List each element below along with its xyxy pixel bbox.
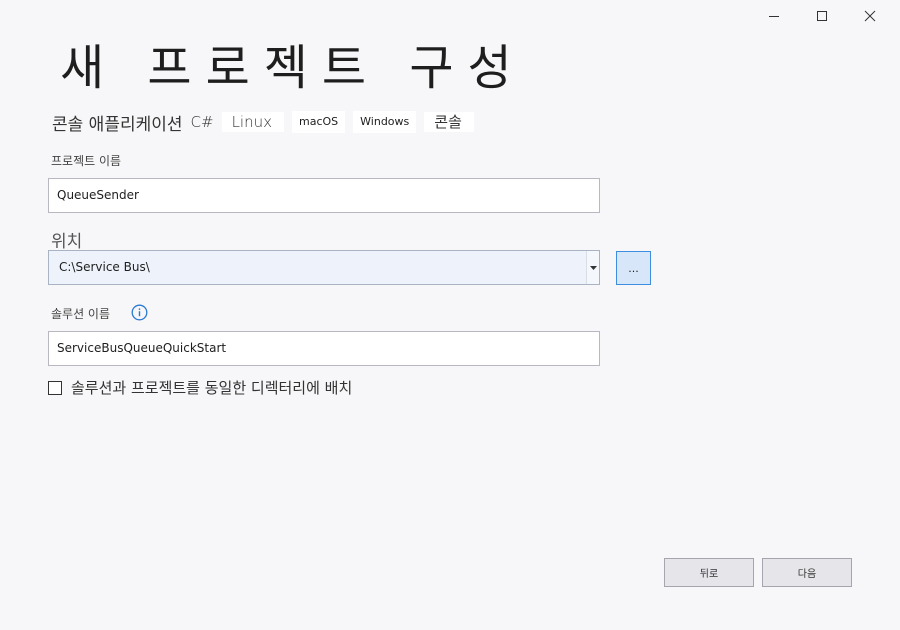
same-directory-checkbox[interactable] <box>48 380 62 395</box>
project-name-label: 프로젝트 이름 <box>51 154 122 168</box>
template-tag-windows: Windows <box>353 111 417 133</box>
maximize-icon <box>817 11 827 21</box>
template-tag-console: 콘솔 <box>424 112 474 132</box>
template-name: 콘솔 애플리케이션 <box>52 114 183 135</box>
next-button[interactable]: 다음 <box>762 558 852 587</box>
solution-name-label: 솔루션 이름 <box>51 307 111 321</box>
maximize-button[interactable] <box>798 4 846 28</box>
same-directory-option[interactable]: 솔루션과 프로젝트를 동일한 디렉터리에 배치 <box>48 377 352 398</box>
browse-button[interactable]: ... <box>616 251 651 285</box>
window-controls <box>750 4 894 28</box>
info-icon[interactable] <box>131 304 148 325</box>
close-icon <box>864 10 876 22</box>
template-tag-linux: Linux <box>221 112 284 132</box>
location-value: C:\Service Bus\ <box>59 260 150 274</box>
template-tag-macos: macOS <box>292 111 346 133</box>
location-label: 위치 <box>51 232 83 252</box>
minimize-button[interactable] <box>750 4 798 28</box>
page-title: 새 프로젝트 구성 <box>60 40 526 96</box>
template-summary: 콘솔 애플리케이션 C# Linux macOS Windows 콘솔 <box>52 110 474 135</box>
minimize-icon <box>769 16 779 17</box>
location-dropdown-toggle[interactable] <box>586 251 599 284</box>
project-name-input[interactable]: QueueSender <box>48 178 600 213</box>
close-button[interactable] <box>846 4 894 28</box>
back-button[interactable]: 뒤로 <box>664 558 754 587</box>
solution-name-input[interactable]: ServiceBusQueueQuickStart <box>48 331 600 366</box>
chevron-down-icon <box>589 265 597 270</box>
same-directory-label: 솔루션과 프로젝트를 동일한 디렉터리에 배치 <box>71 379 353 397</box>
location-combobox[interactable]: C:\Service Bus\ <box>48 250 600 285</box>
template-language: C# <box>190 113 214 131</box>
